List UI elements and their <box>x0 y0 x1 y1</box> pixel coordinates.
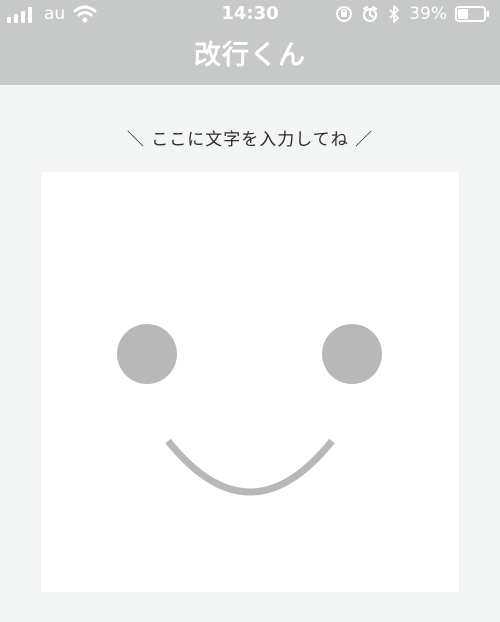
input-prompt-label: ＼ ここに文字を入力してね ／ <box>126 130 374 150</box>
page-title: 改行くん <box>194 40 306 71</box>
status-right: 39% <box>335 4 490 24</box>
top-bar: au 14:30 39% 改行くん <box>0 0 500 85</box>
smile-mouth <box>165 438 335 496</box>
smiley-illustration <box>117 324 382 496</box>
alarm-icon <box>361 5 379 23</box>
rotation-lock-icon <box>335 5 353 23</box>
battery-percent: 39% <box>409 3 447 24</box>
battery-icon <box>455 5 490 23</box>
text-input-area[interactable] <box>41 172 459 592</box>
left-eye <box>117 324 177 384</box>
right-eye <box>322 324 382 384</box>
bluetooth-icon <box>387 5 401 23</box>
status-bar: au 14:30 39% <box>0 0 500 30</box>
